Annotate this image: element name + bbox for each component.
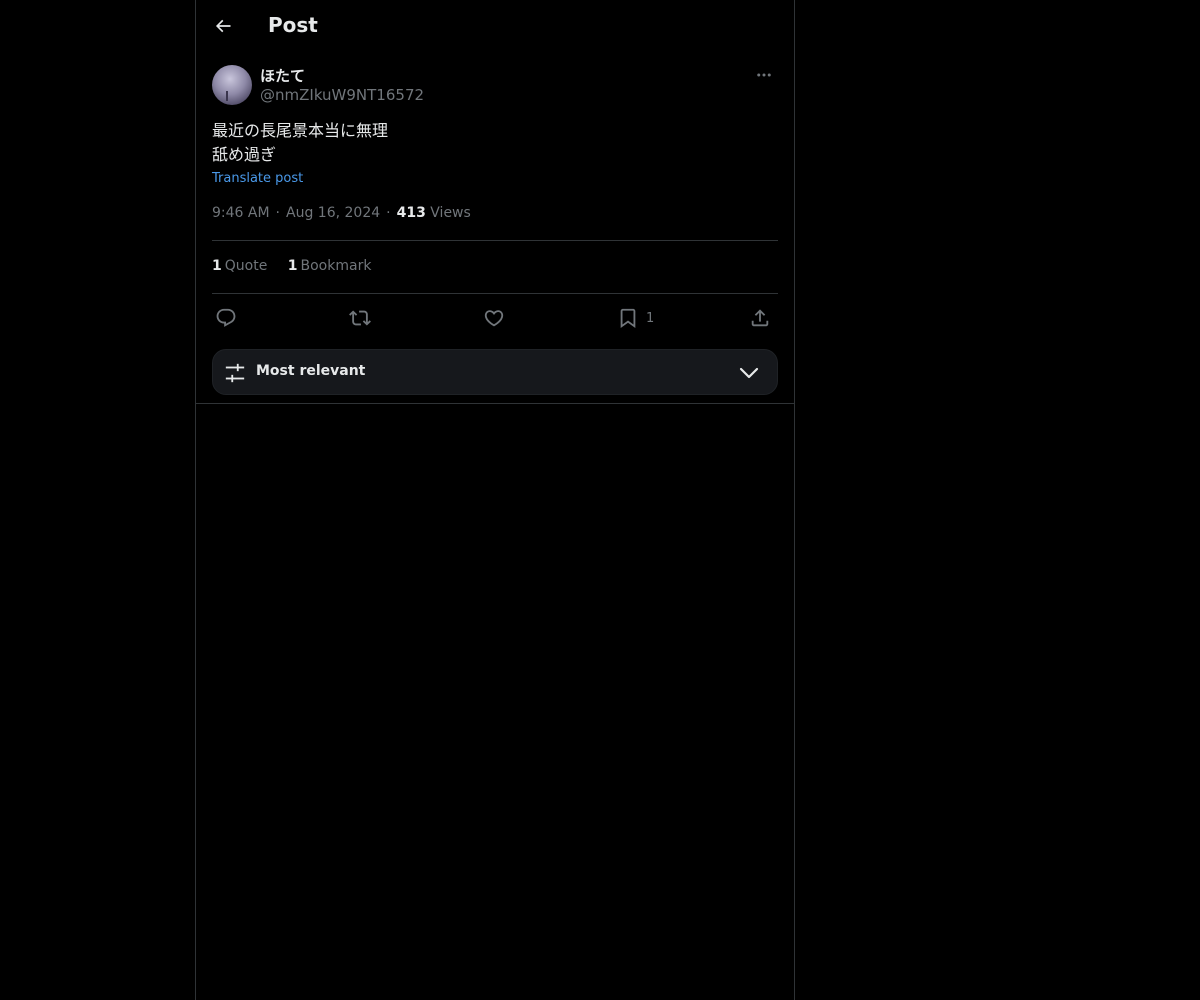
sort-replies-dropdown[interactable]: Most relevant xyxy=(212,349,778,395)
quotes-stat[interactable]: 1 Quote xyxy=(212,258,267,274)
post-text-line: 最近の長尾景本当に無理 xyxy=(212,121,389,140)
divider xyxy=(196,403,794,404)
post-meta: 9:46 AM · Aug 16, 2024 · 413 Views xyxy=(212,205,471,221)
bookmarks-count: 1 xyxy=(287,258,298,274)
meta-separator: · xyxy=(275,205,280,221)
author-display-name[interactable]: ほたて xyxy=(260,65,305,86)
post-actions: 1 xyxy=(212,304,778,332)
post-stats: 1 Quote 1 Bookmark xyxy=(212,258,387,274)
back-button[interactable] xyxy=(208,11,238,41)
bookmarks-label: Bookmark xyxy=(300,258,372,274)
repost-button[interactable] xyxy=(349,304,371,332)
views-label: Views xyxy=(430,205,471,221)
views-count: 413 xyxy=(396,205,426,221)
post-text-line: 舐め過ぎ xyxy=(212,145,277,164)
post-time[interactable]: 9:46 AM xyxy=(212,205,270,221)
post-date[interactable]: Aug 16, 2024 xyxy=(286,205,380,221)
divider xyxy=(212,293,778,294)
chevron-down-icon xyxy=(739,367,759,379)
reply-button[interactable] xyxy=(215,304,237,332)
post-text: 最近の長尾景本当に無理 舐め過ぎ xyxy=(212,119,388,167)
avatar[interactable] xyxy=(212,65,252,105)
repost-icon xyxy=(349,310,371,326)
share-button[interactable] xyxy=(749,304,771,332)
heart-icon xyxy=(484,310,504,327)
meta-separator: · xyxy=(386,205,391,221)
page-title: Post xyxy=(268,13,318,37)
bookmark-button[interactable]: 1 xyxy=(617,304,654,332)
post-column: Post ほたて @nmZIkuW9NT16572 最近の長尾景本当に無理 舐め… xyxy=(195,0,795,1000)
arrow-left-icon xyxy=(215,19,231,33)
reply-icon xyxy=(216,308,236,327)
quotes-count: 1 xyxy=(212,258,222,274)
translate-post-link[interactable]: Translate post xyxy=(212,171,303,186)
more-options-button[interactable] xyxy=(750,64,778,86)
share-icon xyxy=(751,309,769,327)
sort-label: Most relevant xyxy=(256,363,366,379)
divider xyxy=(212,240,778,241)
post-author: ほたて @nmZIkuW9NT16572 xyxy=(212,64,778,108)
bookmark-count: 1 xyxy=(646,310,655,326)
like-button[interactable] xyxy=(483,304,505,332)
bookmarks-stat[interactable]: 1 Bookmark xyxy=(288,258,372,274)
page-header: Post xyxy=(196,0,794,54)
bookmark-icon xyxy=(620,308,636,329)
sliders-icon xyxy=(225,363,245,383)
more-horizontal-icon xyxy=(757,73,771,77)
author-handle[interactable]: @nmZIkuW9NT16572 xyxy=(260,86,424,104)
quotes-label: Quote xyxy=(224,258,268,274)
